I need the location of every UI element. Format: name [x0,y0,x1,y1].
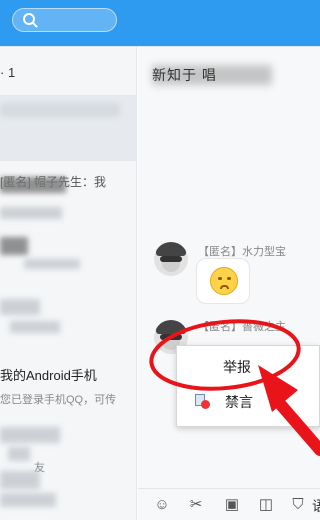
mute-menu-item[interactable]: 禁言 [177,386,320,416]
search-box[interactable] [12,8,117,32]
message-sender: 【匿名】薔薇之主 [198,321,286,333]
conversation-list: · 1 [匿名] 帽子先生：我 我的Android手机 您已登录手机QQ，可传 … [0,47,137,520]
shield-icon[interactable]: ⛉ [290,497,306,513]
conversation-item-selected[interactable] [0,95,136,161]
conversation-android-preview: 您已登录手机QQ，可传 [0,394,117,406]
context-menu: 举报 禁言 [176,345,320,427]
message-sender: 【匿名】水力型宝 [198,246,286,258]
top-bar [0,0,320,46]
report-label: 举报 [223,359,251,375]
emoji-icon[interactable]: ☺ [154,497,170,513]
scissors-icon[interactable]: ✂ [188,497,204,513]
ban-icon [195,394,210,409]
chat-title: 新知于 唱 [152,67,217,83]
image-icon[interactable]: ▣ [224,497,240,513]
mute-label: 禁言 [225,394,253,410]
conversation-android-title[interactable]: 我的Android手机 [0,365,97,384]
sad-face-emoji-icon [210,267,238,295]
input-toolbar: ☺ ✂ ▣ ◫ ⛉ 语 [138,488,320,520]
message-bubble[interactable] [196,258,250,304]
list-header: · 1 [0,65,16,80]
report-menu-item[interactable]: 举报 [177,354,320,384]
avatar[interactable] [154,242,188,276]
more-label[interactable]: 语 [312,496,320,516]
gift-icon[interactable]: ◫ [258,497,274,513]
search-icon [23,13,35,25]
